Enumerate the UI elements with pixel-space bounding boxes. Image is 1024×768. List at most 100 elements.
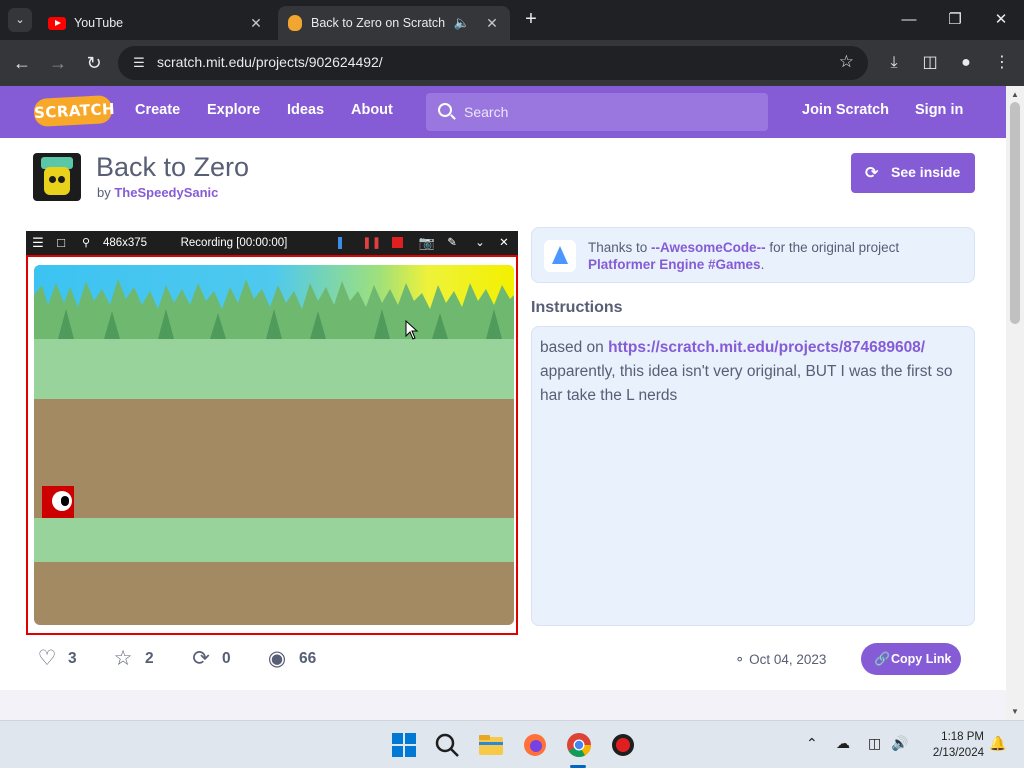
remix-credits-box: Thanks to --AwesomeCode-- for the origin… [531, 227, 975, 283]
notification-bell-icon[interactable]: 🔔 [989, 735, 1006, 752]
browser-toolbar: ← → ↻ ☰ scratch.mit.edu/projects/9026244… [0, 40, 1024, 86]
credits-prefix: Thanks to [588, 240, 648, 255]
pause-icon[interactable]: ❚❚ [362, 235, 381, 251]
instructions-link[interactable]: https://scratch.mit.edu/projects/8746896… [608, 339, 925, 356]
file-explorer-icon[interactable] [475, 729, 507, 761]
minimize-icon[interactable]: — [886, 8, 932, 32]
sign-in-link[interactable]: Sign in [915, 102, 963, 118]
stop-icon[interactable] [389, 235, 405, 251]
avatar-eye [58, 176, 65, 183]
tab-close-icon[interactable]: ✕ [482, 15, 502, 32]
see-inside-label: See inside [891, 164, 961, 180]
firefox-icon[interactable] [519, 729, 551, 761]
stage-treeline [34, 279, 514, 339]
instructions-heading: Instructions [531, 299, 623, 316]
join-scratch-link[interactable]: Join Scratch [802, 102, 889, 118]
project-date: ⚬ Oct 04, 2023 [734, 652, 826, 668]
instructions-prefix: based on [540, 339, 604, 356]
search-box [426, 93, 768, 131]
project-stage[interactable] [34, 265, 514, 625]
tab-back-to-zero[interactable]: Back to Zero on Scratch 🔈 ✕ [278, 6, 510, 40]
credits-suffix: . [760, 257, 765, 272]
tray-chevron-up-icon[interactable]: ⌃ [806, 735, 818, 752]
calendar-icon: ⚬ [734, 652, 746, 667]
player-eye [52, 491, 72, 511]
see-inside-button[interactable]: ⟳ See inside [851, 153, 975, 193]
nav-create[interactable]: Create [135, 102, 180, 118]
date-text: Oct 04, 2023 [749, 652, 827, 667]
network-icon[interactable]: ◫ [868, 735, 881, 752]
address-bar[interactable]: ☰ scratch.mit.edu/projects/902624492/ ☆ [118, 46, 868, 80]
recorder-close-icon[interactable]: ✕ [497, 235, 511, 251]
chrome-icon[interactable] [563, 729, 595, 761]
reload-icon[interactable]: ↻ [81, 50, 107, 76]
author-avatar[interactable] [33, 153, 81, 201]
author-link[interactable]: TheSpeedySanic [114, 185, 218, 200]
love-heart-icon[interactable]: ♡ [34, 647, 60, 671]
avatar-face [44, 167, 70, 195]
instructions-box: based on https://scratch.mit.edu/project… [531, 326, 975, 626]
tab-close-icon[interactable]: ✕ [246, 15, 266, 32]
pen-icon[interactable]: ✎ [444, 235, 460, 251]
tab-youtube[interactable]: YouTube ✕ [40, 6, 274, 40]
new-tab-button[interactable]: + [520, 8, 542, 32]
copy-link-label: Copy Link [891, 652, 952, 666]
restore-icon[interactable]: ❐ [932, 8, 978, 32]
favorite-count: 2 [145, 650, 154, 667]
download-icon[interactable]: ⤓ [882, 51, 906, 75]
volume-icon[interactable]: 🔊 [891, 735, 908, 752]
scrollbar-thumb[interactable] [1010, 102, 1020, 324]
love-count: 3 [68, 650, 77, 667]
page-scrollbar[interactable]: ▲ ▼ [1006, 86, 1024, 720]
favorite-star-icon[interactable]: ☆ [110, 647, 136, 671]
project-byline: by TheSpeedySanic [97, 185, 218, 200]
scroll-up-arrow-icon[interactable]: ▲ [1011, 90, 1019, 99]
recorder-menu-icon[interactable]: ☰ [31, 235, 45, 251]
tab-title: Back to Zero on Scratch [311, 16, 446, 30]
speaker-icon[interactable]: 🔈 [454, 15, 470, 31]
side-panel-icon[interactable]: ◫ [918, 51, 942, 75]
by-label: by [97, 185, 111, 200]
scratch-logo[interactable]: SCRATCH [33, 94, 116, 128]
clock-date: 2/13/2024 [932, 747, 984, 759]
scroll-down-arrow-icon[interactable]: ▼ [1011, 707, 1019, 716]
forward-arrow-icon[interactable]: → [45, 50, 71, 76]
taskbar-clock[interactable]: 1:18 PM 2/13/2024 [920, 729, 984, 761]
close-window-icon[interactable]: ✕ [978, 8, 1024, 32]
instructions-text: based on https://scratch.mit.edu/project… [540, 336, 970, 408]
copy-link-button[interactable]: 🔗 Copy Link [861, 643, 961, 675]
collapse-icon[interactable]: ⌄ [473, 235, 487, 251]
avatar-eye [49, 176, 56, 183]
menu-kebab-icon[interactable]: ⋮ [990, 51, 1014, 75]
credits-project-link[interactable]: Platformer Engine #Games [588, 257, 761, 272]
remix-count: 0 [222, 650, 231, 667]
site-info-icon[interactable]: ☰ [130, 53, 148, 73]
tab-search-chevron-icon[interactable]: ⌄ [8, 8, 32, 32]
original-project-icon[interactable] [544, 240, 576, 272]
nav-about[interactable]: About [351, 102, 393, 118]
back-arrow-icon[interactable]: ← [9, 50, 35, 76]
browser-tab-bar: ⌄ YouTube ✕ Back to Zero on Scratch 🔈 ✕ … [0, 0, 1024, 40]
bookmark-star-icon[interactable]: ☆ [839, 52, 854, 72]
audio-level-icon [334, 235, 346, 251]
player-pupil [61, 496, 69, 506]
scratch-favicon-icon [288, 15, 302, 31]
camera-icon[interactable]: 📷 [418, 235, 436, 251]
zoom-region-icon[interactable]: ⚲ [78, 235, 94, 251]
tab-title: YouTube [74, 16, 124, 30]
credits-user-link[interactable]: --AwesomeCode-- [651, 240, 766, 255]
url-text[interactable]: scratch.mit.edu/projects/902624492/ [157, 54, 383, 70]
nav-ideas[interactable]: Ideas [287, 102, 324, 118]
cloud-sync-icon[interactable]: ☁ [836, 735, 850, 752]
screen-recorder-app-icon[interactable] [607, 729, 639, 761]
nav-explore[interactable]: Explore [207, 102, 260, 118]
region-select-icon[interactable]: □ [54, 235, 68, 251]
taskbar-search-icon[interactable] [431, 729, 463, 761]
profile-icon[interactable]: ● [954, 51, 978, 75]
remix-arrows-icon: ⟳ [865, 165, 879, 182]
windows-start-icon[interactable] [388, 729, 420, 761]
grass-platform-top [34, 339, 514, 399]
remix-spiral-icon: ⟳ [192, 647, 210, 670]
search-input[interactable] [464, 102, 754, 122]
instructions-body: apparently, this idea isn't very origina… [540, 363, 953, 404]
